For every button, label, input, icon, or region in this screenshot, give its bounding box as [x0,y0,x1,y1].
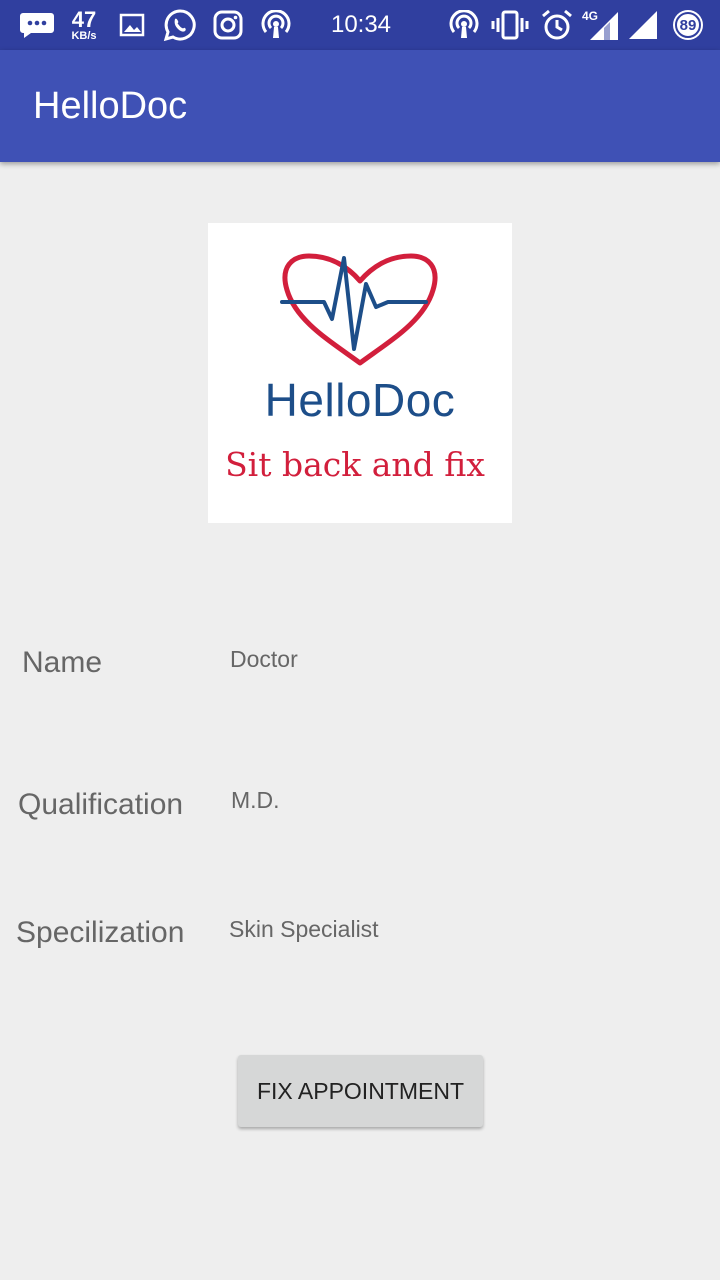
app-title: HelloDoc [33,85,188,127]
qualification-label: Qualification [18,788,184,821]
status-bar: 47 KB/s 10:34 4G 89 [0,0,720,50]
name-label: Name [22,646,103,679]
specialization-value: Skin Specialist [229,916,379,942]
gallery-icon [118,0,146,50]
messaging-icon [18,0,56,50]
fix-appointment-button[interactable]: FIX APPOINTMENT [238,1055,483,1127]
clock: 10:34 [330,11,392,38]
instagram-icon [211,0,245,50]
network-speed: 47 KB/s [66,0,102,50]
specialization-label: Specilization [16,916,185,949]
hotspot-active-icon [446,0,482,50]
hotspot-icon [258,0,294,50]
name-value: Doctor [230,646,298,672]
battery-icon: 89 [670,0,706,50]
logo-tagline: Sit back and fix [225,445,485,484]
signal-icon [626,0,660,50]
cell-signal-4g-icon: 4G [582,0,622,50]
app-bar: HelloDoc [0,50,720,162]
speed-unit: KB/s [71,29,97,42]
speed-value: 47 [71,6,97,32]
whatsapp-icon [162,0,198,50]
qualification-value: M.D. [231,787,280,813]
hellodoc-logo: HelloDoc Sit back and fix [208,223,512,523]
vibrate-icon [490,0,530,50]
network-type: 4G [582,9,598,23]
heart-pulse-icon [280,253,438,366]
logo-name: HelloDoc [264,374,456,426]
alarm-icon [538,0,576,50]
battery-level: 89 [679,16,697,34]
